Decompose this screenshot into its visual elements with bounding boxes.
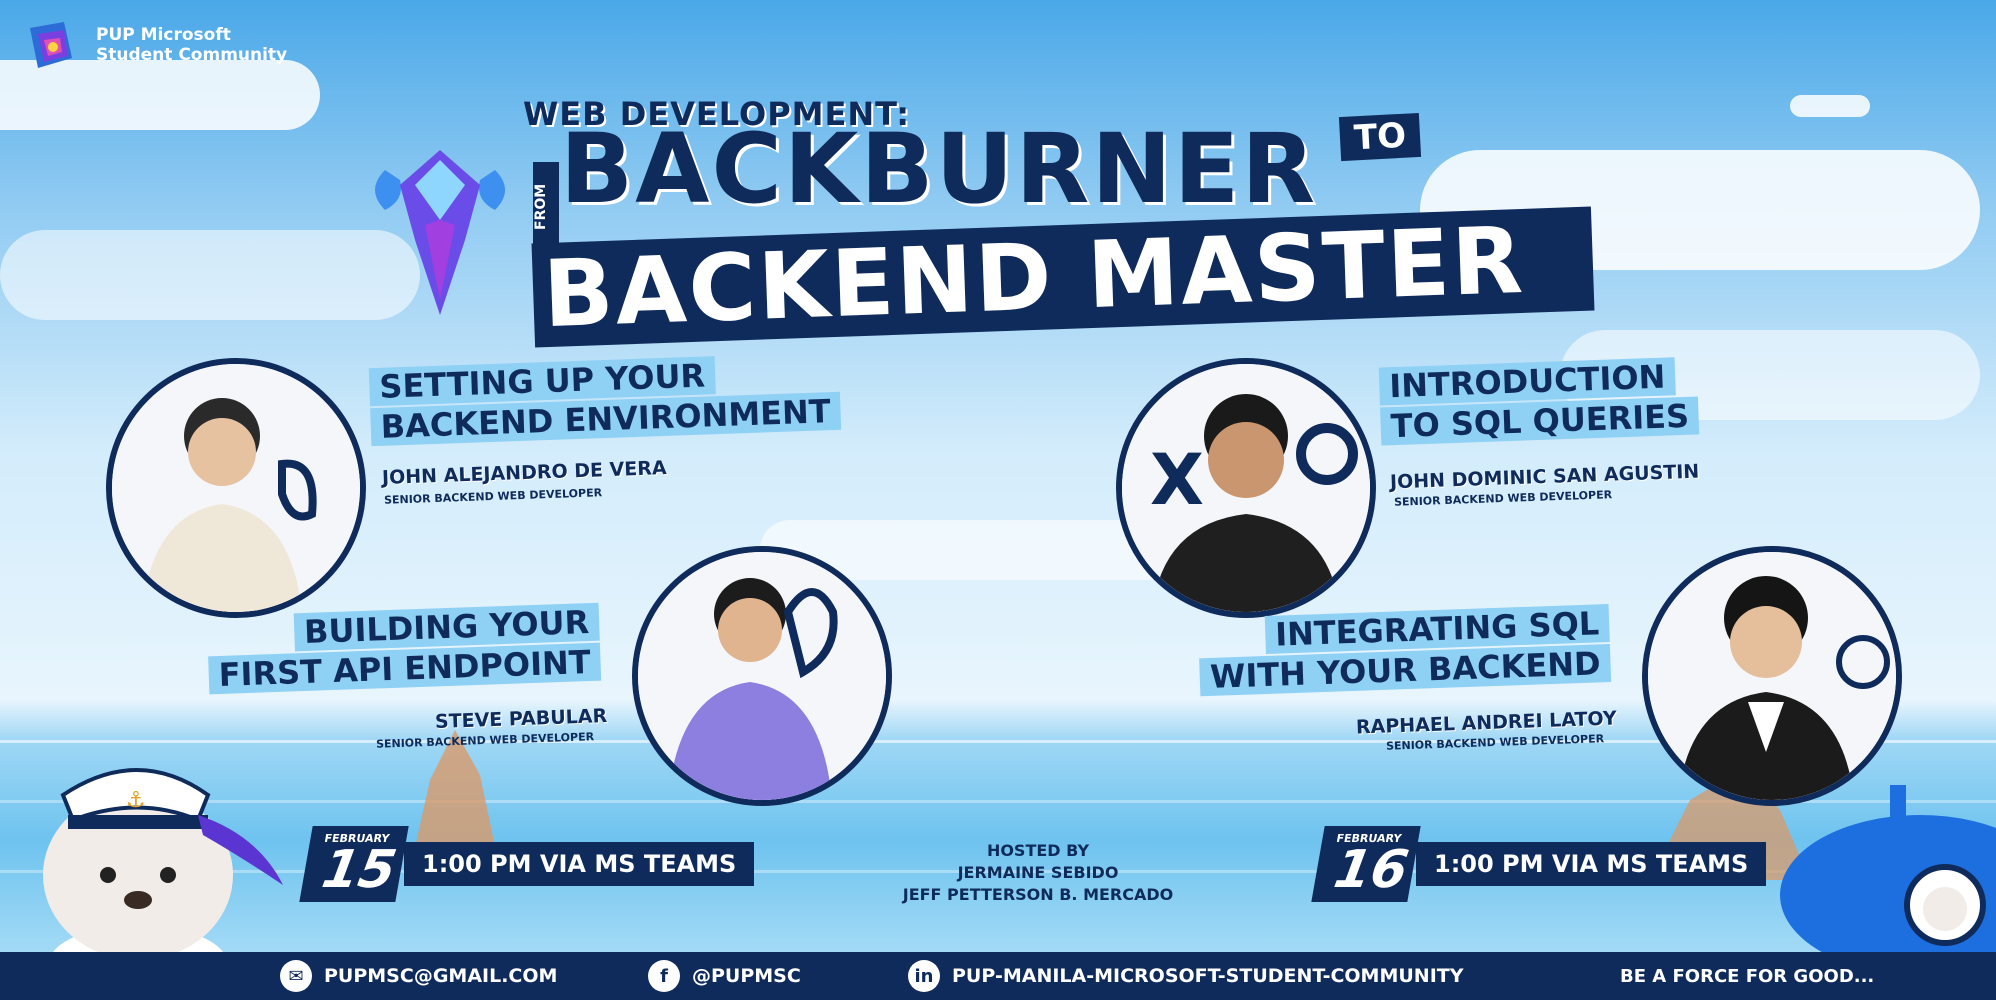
mail-icon: ✉ xyxy=(280,960,312,992)
topic-line: FIRST API ENDPOINT xyxy=(208,642,602,695)
session-topic: BUILDING YOUR FIRST API ENDPOINT xyxy=(179,602,602,698)
svg-text:X: X xyxy=(1150,439,1204,521)
footer-email[interactable]: ✉ PUPMSC@GMAIL.COM xyxy=(280,960,557,992)
title-to-tag: TO xyxy=(1338,112,1422,162)
speaker-photo xyxy=(632,546,892,806)
linkedin-icon: in xyxy=(908,960,940,992)
session-topic: INTRODUCTION TO SQL QUERIES xyxy=(1378,356,1700,447)
hosted-by-label: HOSTED BY xyxy=(986,841,1090,860)
topic-line: WITH YOUR BACKEND xyxy=(1199,643,1612,697)
footer-facebook-text: @PUPMSC xyxy=(692,965,801,987)
footer-facebook[interactable]: f @PUPMSC xyxy=(648,960,801,992)
title-line-2: BACKEND MASTER xyxy=(541,206,1527,349)
date-badge-feb-16: FEBRUARY 16 1:00 PM VIA MS TEAMS xyxy=(1311,826,1767,902)
date-box: FEBRUARY 15 xyxy=(299,826,409,902)
footer-bar: ✉ PUPMSC@GMAIL.COM f @PUPMSC in PUP-MANI… xyxy=(0,952,1996,1000)
date-time: 1:00 PM VIA MS TEAMS xyxy=(404,842,755,886)
pupmsc-logo-icon xyxy=(30,22,72,68)
footer-linkedin[interactable]: in PUP-MANILA-MICROSOFT-STUDENT-COMMUNIT… xyxy=(908,960,1464,992)
footer-email-text: PUPMSC@GMAIL.COM xyxy=(324,965,558,987)
title-line-1: BACKBURNER xyxy=(560,113,1318,225)
event-title: WEB DEVELOPMENT: FROM BACKBURNER TO BACK… xyxy=(355,95,1605,348)
date-badge-feb-15: FEBRUARY 15 1:00 PM VIA MS TEAMS xyxy=(299,826,755,902)
footer-tagline: BE A FORCE FOR GOOD... xyxy=(1620,966,1875,987)
brand-header: PUP Microsoft Student Community xyxy=(24,18,296,72)
date-day: 16 xyxy=(1329,840,1413,900)
speaker-role: SENIOR BACKEND WEB DEVELOPER xyxy=(383,486,603,507)
speaker-name: JOHN ALEJANDRO DE VERA xyxy=(381,457,667,489)
speaker-name: STEVE PABULAR xyxy=(434,705,608,733)
session-topic: INTEGRATING SQL WITH YOUR BACKEND xyxy=(1149,603,1612,700)
submarine-mascot xyxy=(1780,785,1996,955)
date-box: FEBRUARY 16 xyxy=(1311,826,1421,902)
title-from-tag: FROM xyxy=(533,162,559,252)
host-name: JERMAINE SEBIDO xyxy=(957,863,1119,882)
speaker-photo xyxy=(1642,546,1902,806)
svg-text:⚓: ⚓ xyxy=(126,788,146,813)
hosted-by: HOSTED BY JERMAINE SEBIDO JEFF PETTERSON… xyxy=(868,840,1208,906)
session-topic: SETTING UP YOUR BACKEND ENVIRONMENT xyxy=(368,352,842,448)
cloud xyxy=(1790,95,1870,117)
date-time: 1:00 PM VIA MS TEAMS xyxy=(1416,842,1767,886)
facebook-icon: f xyxy=(648,960,680,992)
host-name: JEFF PETTERSON B. MERCADO xyxy=(902,885,1174,904)
speaker-name: JOHN DOMINIC SAN AGUSTIN xyxy=(1389,460,1700,494)
footer-linkedin-text: PUP-MANILA-MICROSOFT-STUDENT-COMMUNITY xyxy=(952,965,1464,987)
brand-name: PUP Microsoft Student Community xyxy=(96,25,288,65)
event-poster: PUP Microsoft Student Community WEB DEVE… xyxy=(0,0,1996,1000)
speaker-photo xyxy=(106,358,366,618)
speaker-photo: X xyxy=(1116,358,1376,618)
date-day: 15 xyxy=(317,840,401,900)
